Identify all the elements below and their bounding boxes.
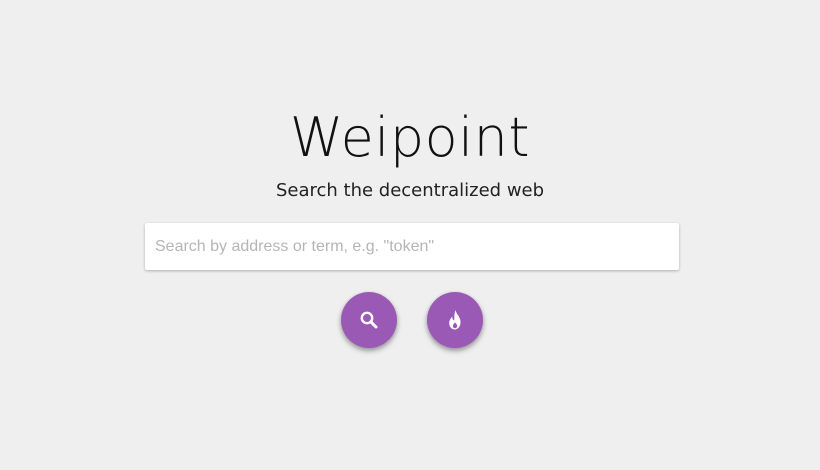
search-input[interactable]	[145, 223, 679, 270]
trending-button[interactable]	[427, 292, 483, 348]
fire-icon	[445, 309, 465, 331]
home-page: Weipoint Search the decentralized web	[0, 0, 820, 470]
search-button[interactable]	[341, 292, 397, 348]
page-title: Weipoint	[289, 106, 531, 169]
search-icon	[359, 310, 379, 330]
page-subtitle: Search the decentralized web	[275, 180, 545, 201]
search-box	[145, 223, 679, 270]
